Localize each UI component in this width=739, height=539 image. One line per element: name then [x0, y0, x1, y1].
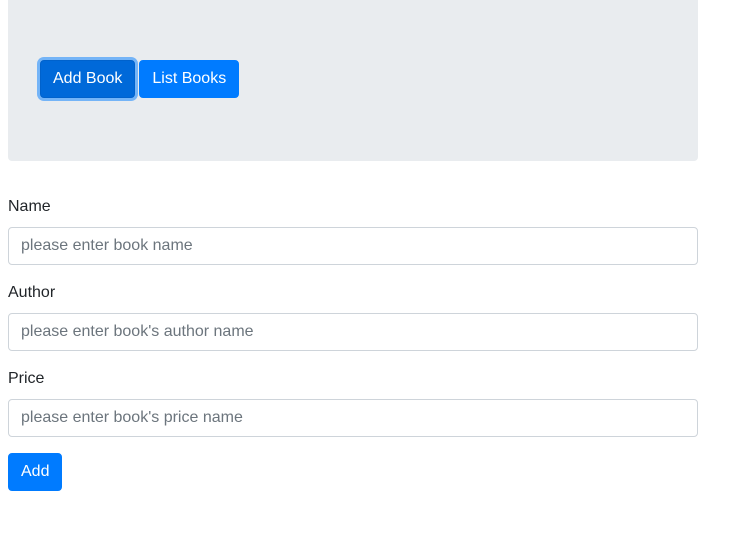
author-input[interactable]: [8, 313, 698, 351]
add-book-form: Name Author Price Add: [8, 195, 698, 491]
name-label: Name: [8, 198, 51, 215]
price-label: Price: [8, 370, 45, 387]
author-field-group: Author: [8, 281, 698, 351]
nav-button-group: Add Book List Books: [40, 60, 240, 98]
list-books-button[interactable]: List Books: [139, 60, 240, 98]
name-input[interactable]: [8, 227, 698, 265]
author-label: Author: [8, 284, 56, 301]
name-field-group: Name: [8, 195, 698, 265]
header-panel: Add Book List Books: [8, 0, 698, 161]
price-input[interactable]: [8, 399, 698, 437]
add-submit-button[interactable]: Add: [8, 453, 63, 491]
price-field-group: Price: [8, 367, 698, 437]
add-book-button[interactable]: Add Book: [40, 60, 136, 98]
